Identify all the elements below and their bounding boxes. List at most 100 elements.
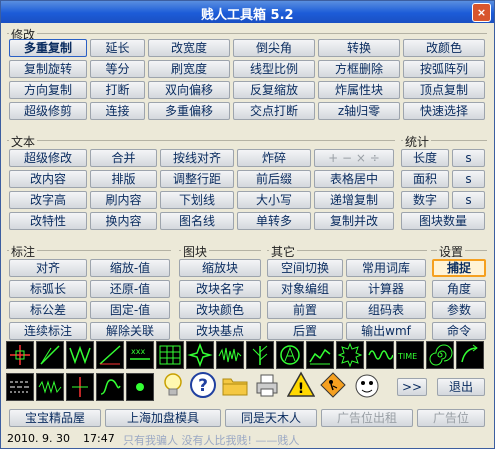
arithmetic-button[interactable]: + − × ÷ — [314, 149, 394, 167]
shatter-button[interactable]: 炸碎 — [237, 149, 311, 167]
ad-button-3[interactable]: 同是天木人 — [225, 409, 317, 427]
block-color-button[interactable]: 改块颜色 — [179, 301, 261, 319]
box-delete-button[interactable]: 方框删除 — [318, 60, 400, 78]
convert-button[interactable]: 转换 — [318, 39, 400, 57]
quick-select-button[interactable]: 快速选择 — [403, 102, 485, 120]
prefix-suffix-button[interactable]: 前后缀 — [237, 170, 311, 188]
dashed-lines-icon[interactable] — [6, 373, 34, 401]
grid-table-icon[interactable] — [156, 341, 184, 369]
parameter-button[interactable]: 参数 — [432, 301, 486, 319]
dot-icon[interactable] — [126, 373, 154, 401]
length-s-button[interactable]: s — [452, 149, 485, 167]
table-center-button[interactable]: 表格居中 — [314, 170, 394, 188]
slope-line-icon[interactable] — [96, 341, 124, 369]
number-button[interactable]: 数字 — [401, 191, 449, 209]
mascot-icon[interactable] — [353, 371, 381, 399]
command-button[interactable]: 命令 — [432, 322, 486, 340]
disassociate-button[interactable]: 解除关联 — [90, 322, 170, 340]
ad-button-5[interactable]: 广告位 — [417, 409, 485, 427]
crosshair-icon[interactable] — [6, 341, 34, 369]
block-count-button[interactable]: 图块数量 — [401, 212, 485, 230]
restore-value-button[interactable]: 还原-值 — [90, 280, 170, 298]
case-button[interactable]: 大小写 — [237, 191, 311, 209]
swap-content-button[interactable]: 换内容 — [90, 212, 157, 230]
vertex-copy-button[interactable]: 顶点复制 — [403, 81, 485, 99]
snap-button[interactable]: 捕捉 — [432, 259, 486, 277]
copy-rotate-button[interactable]: 复制旋转 — [9, 60, 87, 78]
curve-arrow-icon[interactable] — [456, 341, 484, 369]
help-icon[interactable]: ? — [189, 371, 217, 399]
bring-front-button[interactable]: 前置 — [267, 301, 343, 319]
direction-copy-button[interactable]: 方向复制 — [9, 81, 87, 99]
extend-button[interactable]: 延长 — [90, 39, 145, 57]
spring-icon[interactable] — [36, 373, 64, 401]
xxx-line-icon[interactable]: xxx — [126, 341, 154, 369]
xxx-wave-icon[interactable] — [306, 341, 334, 369]
length-button[interactable]: 长度 — [401, 149, 449, 167]
break-button[interactable]: 打断 — [90, 81, 145, 99]
squiggle-icon[interactable] — [216, 341, 244, 369]
gear-outline-icon[interactable] — [336, 341, 364, 369]
folder-icon[interactable] — [221, 371, 249, 399]
wave-icon[interactable] — [366, 341, 394, 369]
warning-icon[interactable]: ! — [287, 371, 315, 399]
explode-attr-block-button[interactable]: 炸属性块 — [318, 81, 400, 99]
construction-icon[interactable] — [319, 371, 347, 399]
angle-button[interactable]: 角度 — [432, 280, 486, 298]
single-to-multi-button[interactable]: 单转多 — [237, 212, 311, 230]
ad-button-2[interactable]: 上海加盘模具 — [105, 409, 221, 427]
sharp-corner-button[interactable]: 倒尖角 — [233, 39, 315, 57]
divide-button[interactable]: 等分 — [90, 60, 145, 78]
lightbulb-icon[interactable] — [159, 371, 187, 399]
calculator-button[interactable]: 计算器 — [346, 280, 426, 298]
word-library-button[interactable]: 常用词库 — [346, 259, 426, 277]
area-button[interactable]: 面积 — [401, 170, 449, 188]
object-group-button[interactable]: 对象编组 — [267, 280, 343, 298]
space-switch-button[interactable]: 空间切换 — [267, 259, 343, 277]
change-content-button[interactable]: 改内容 — [9, 170, 87, 188]
star-icon[interactable] — [186, 341, 214, 369]
repeat-scale-button[interactable]: 反复缩放 — [233, 81, 315, 99]
circle-a-icon[interactable] — [276, 341, 304, 369]
scale-value-button[interactable]: 缩放-值 — [90, 259, 170, 277]
area-s-button[interactable]: s — [452, 170, 485, 188]
number-s-button[interactable]: s — [452, 191, 485, 209]
brush-width-button[interactable]: 刷宽度 — [148, 60, 230, 78]
multi-copy-button[interactable]: 多重复制 — [9, 39, 87, 57]
merge-button[interactable]: 合并 — [90, 149, 157, 167]
underline-button[interactable]: 下划线 — [160, 191, 234, 209]
rename-block-button[interactable]: 改块名字 — [179, 280, 261, 298]
linetype-scale-button[interactable]: 线型比例 — [233, 60, 315, 78]
increment-copy-button[interactable]: 递增复制 — [314, 191, 394, 209]
multi-offset-button[interactable]: 多重偏移 — [148, 102, 230, 120]
change-color-button[interactable]: 改颜色 — [403, 39, 485, 57]
s-curve-icon[interactable] — [96, 373, 124, 401]
continuous-dim-button[interactable]: 连续标注 — [9, 322, 87, 340]
change-height-button[interactable]: 改字高 — [9, 191, 87, 209]
double-offset-button[interactable]: 双向偏移 — [148, 81, 230, 99]
fixed-value-button[interactable]: 固定-值 — [90, 301, 170, 319]
super-trim-button[interactable]: 超级修剪 — [9, 102, 87, 120]
ad-button-1[interactable]: 宝宝精品屋 — [9, 409, 101, 427]
branch-icon[interactable] — [246, 341, 274, 369]
send-back-button[interactable]: 后置 — [267, 322, 343, 340]
align-button[interactable]: 对齐 — [9, 259, 87, 277]
copy-and-modify-button[interactable]: 复制并改 — [314, 212, 394, 230]
align-to-line-button[interactable]: 按线对齐 — [160, 149, 234, 167]
change-width-button[interactable]: 改宽度 — [148, 39, 230, 57]
brush-content-button[interactable]: 刷内容 — [90, 191, 157, 209]
drawing-name-line-button[interactable]: 图名线 — [160, 212, 234, 230]
vertical-line-icon[interactable] — [66, 373, 94, 401]
forward-button[interactable]: >> — [397, 378, 427, 396]
close-button[interactable]: × — [472, 3, 491, 22]
arc-length-button[interactable]: 标弧长 — [9, 280, 87, 298]
exit-button[interactable]: 退出 — [437, 378, 485, 396]
block-basepoint-button[interactable]: 改块基点 — [179, 322, 261, 340]
line-spacing-button[interactable]: 调整行距 — [160, 170, 234, 188]
tolerance-button[interactable]: 标公差 — [9, 301, 87, 319]
export-wmf-button[interactable]: 输出wmf — [346, 322, 426, 340]
title-bar[interactable]: 贱人工具箱 5.2 × — [1, 1, 494, 23]
group-code-table-button[interactable]: 组码表 — [346, 301, 426, 319]
diagonal-line-icon[interactable] — [36, 341, 64, 369]
join-button[interactable]: 连接 — [90, 102, 145, 120]
